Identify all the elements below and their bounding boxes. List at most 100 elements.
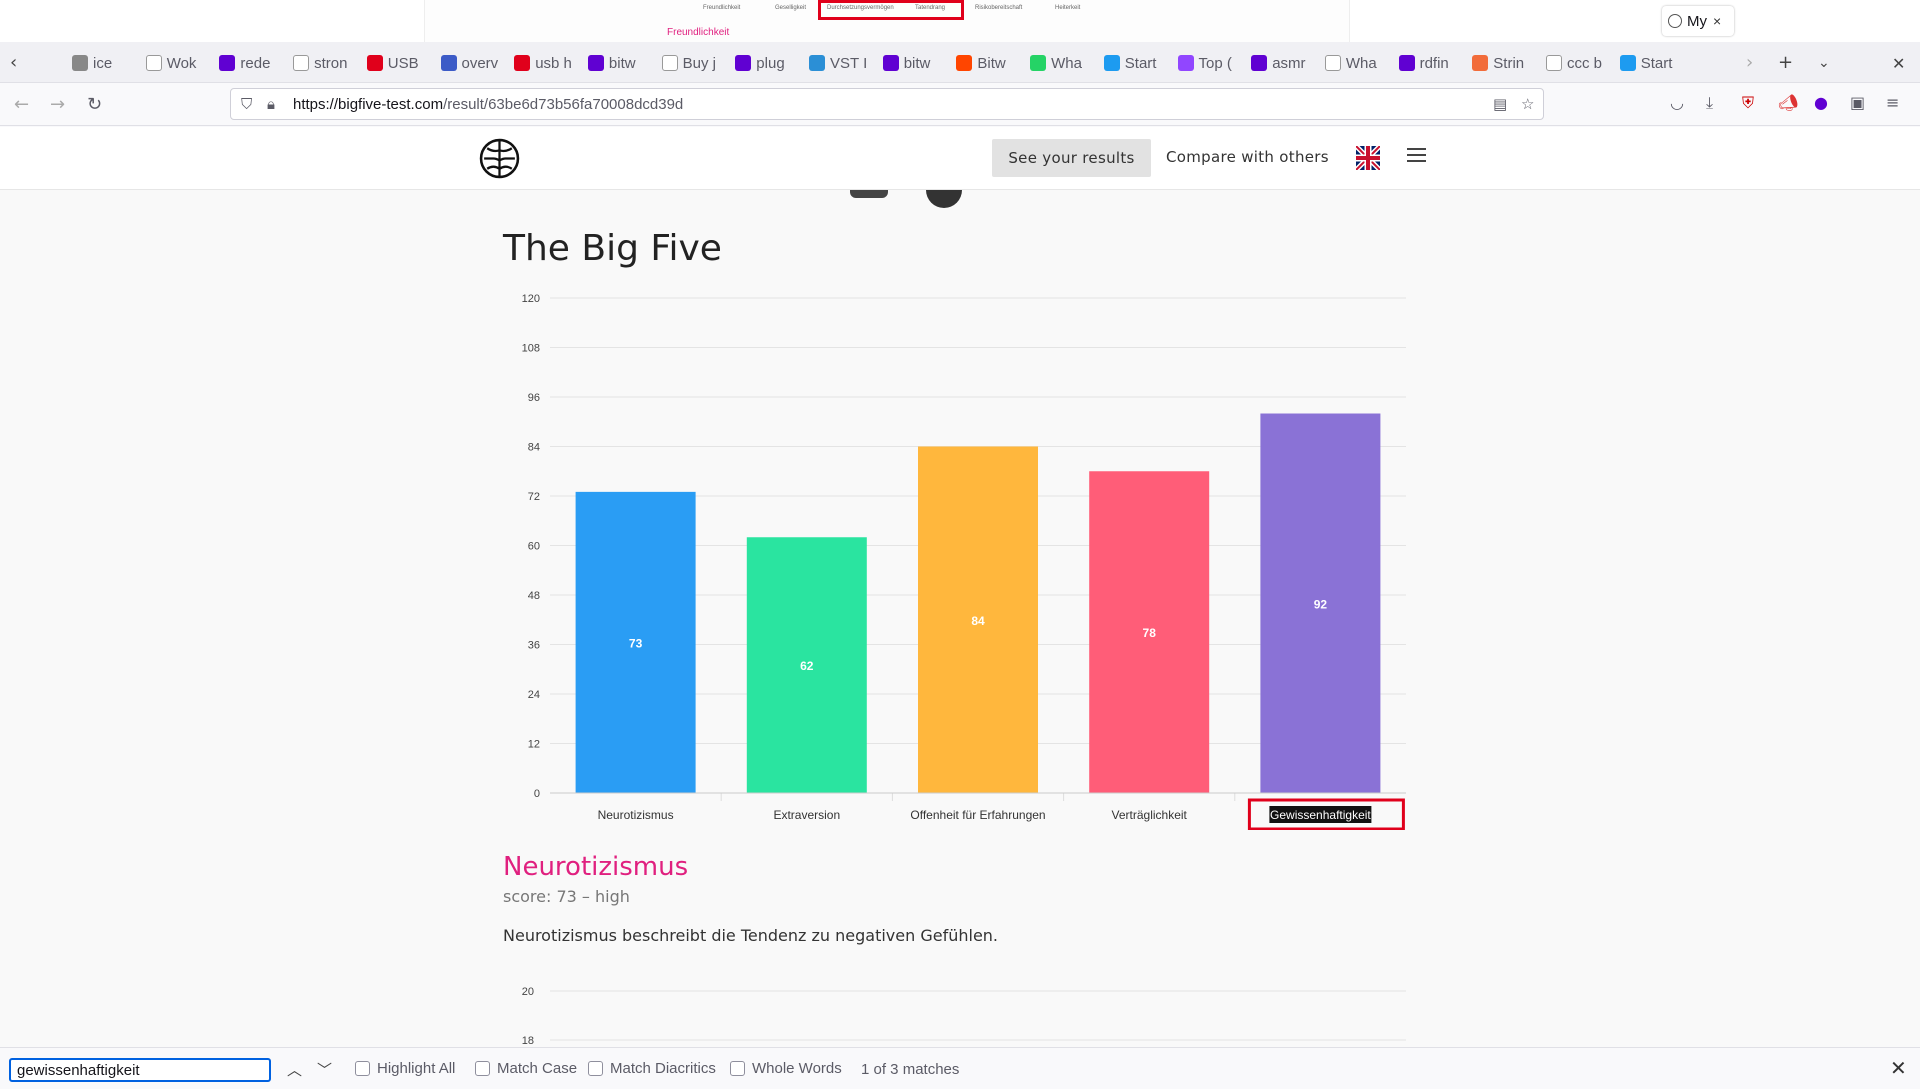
generic-icon bbox=[1472, 55, 1489, 71]
bar-value-label: 62 bbox=[800, 659, 814, 673]
browser-tab[interactable]: bitw bbox=[882, 48, 949, 78]
whole-words-checkbox[interactable]: Whole Words bbox=[730, 1060, 842, 1077]
browser-tab[interactable]: stron bbox=[293, 48, 359, 78]
highlight-all-checkbox[interactable]: Highlight All bbox=[355, 1060, 455, 1077]
tab-title: Wha bbox=[1051, 54, 1082, 72]
find-bar: ︿ ﹀ Highlight All Match Case Match Diacr… bbox=[0, 1047, 1920, 1089]
bookmark-star-icon[interactable]: ☆ bbox=[1521, 95, 1534, 113]
x-tick-label: Gewissenhaftigkeit bbox=[1270, 808, 1371, 822]
find-previous-icon[interactable]: ︿ bbox=[287, 1059, 302, 1080]
browser-tab[interactable]: ice bbox=[72, 48, 138, 78]
browser-tab[interactable]: plug bbox=[735, 48, 801, 78]
pocket-icon[interactable]: ◡ bbox=[1670, 93, 1684, 112]
match-count: 1 of 3 matches bbox=[861, 1061, 960, 1078]
close-find-bar-icon[interactable]: ✕ bbox=[1890, 1056, 1907, 1081]
browser-tab[interactable]: ccc b bbox=[1546, 48, 1612, 78]
find-input[interactable] bbox=[9, 1058, 271, 1082]
y-tick-label: 18 bbox=[522, 1035, 534, 1047]
tab-title: rdfin bbox=[1419, 54, 1449, 72]
yahoo-icon bbox=[219, 55, 236, 71]
see-results-button[interactable]: See your results bbox=[992, 139, 1151, 177]
back-icon[interactable]: ← bbox=[14, 94, 29, 115]
browser-tab[interactable]: VST I bbox=[809, 48, 875, 78]
browser-tab[interactable]: USB bbox=[366, 48, 433, 78]
browser-tab[interactable]: Start bbox=[1103, 48, 1170, 78]
tab-title: asmr bbox=[1272, 54, 1306, 72]
y-tick-label: 96 bbox=[528, 392, 540, 404]
browser-tab[interactable]: Strin bbox=[1472, 48, 1538, 78]
browser-tab[interactable]: bitw bbox=[587, 48, 654, 78]
section-description: Neurotizismus beschreibt die Tendenz zu … bbox=[503, 926, 999, 945]
checkbox-box[interactable] bbox=[730, 1061, 745, 1076]
extension-icon[interactable]: ▣ bbox=[1850, 93, 1865, 112]
browser-tab[interactable]: Top ( bbox=[1177, 48, 1244, 78]
tab-title: VST I bbox=[830, 54, 868, 72]
url-bar[interactable]: ⛉ 🔒︎ https://bigfive-test.com/result/63b… bbox=[230, 88, 1544, 120]
checkbox-box[interactable] bbox=[588, 1061, 603, 1076]
reload-icon[interactable]: ↻ bbox=[87, 94, 102, 115]
match-diacritics-checkbox[interactable]: Match Diacritics bbox=[588, 1060, 716, 1077]
lock-icon[interactable]: 🔒︎ bbox=[267, 95, 275, 113]
app-menu-icon[interactable]: ≡ bbox=[1886, 93, 1899, 112]
yahoo-extension-icon[interactable]: ● bbox=[1814, 93, 1828, 112]
tab-title: bitw bbox=[903, 54, 931, 72]
big-five-bar-chart: 0 12 24 36 48 60 72 84 96 108 120 73 Neurotizismus 62… bbox=[522, 293, 1406, 830]
y-tick-label: 36 bbox=[528, 640, 540, 652]
new-tab-icon[interactable]: + bbox=[1778, 52, 1793, 73]
reader-view-icon[interactable]: ▤ bbox=[1493, 95, 1507, 113]
browser-tab[interactable]: Wok bbox=[145, 48, 212, 78]
facebook-icon[interactable] bbox=[926, 190, 962, 208]
browser-tab[interactable]: usb h bbox=[514, 48, 580, 78]
ublock-icon[interactable]: ⛨ bbox=[1742, 93, 1754, 113]
yahoo-icon bbox=[1398, 55, 1415, 71]
wikipedia-icon bbox=[145, 55, 162, 71]
shield-icon[interactable]: ⛉ bbox=[241, 95, 252, 113]
active-tab[interactable]: My × bbox=[1662, 6, 1734, 36]
hamburger-menu-icon[interactable] bbox=[1407, 148, 1426, 164]
forward-icon[interactable]: → bbox=[50, 94, 65, 115]
compare-link[interactable]: Compare with others bbox=[1166, 148, 1329, 166]
checkbox-box[interactable] bbox=[355, 1061, 370, 1076]
yahoo-icon bbox=[735, 55, 752, 71]
neuroticism-facets-chart: 1820 bbox=[522, 986, 1406, 1047]
match-case-checkbox[interactable]: Match Case bbox=[475, 1060, 577, 1077]
list-tabs-icon[interactable]: ⌄ bbox=[1818, 55, 1830, 71]
x-tick-label: Offenheit für Erfahrungen bbox=[910, 808, 1045, 822]
red-icon bbox=[514, 55, 531, 71]
browser-tab[interactable]: rdfin bbox=[1398, 48, 1465, 78]
tab-title: ice bbox=[93, 54, 113, 72]
browser-tab[interactable]: Wha bbox=[1030, 48, 1096, 78]
y-tick-label: 108 bbox=[522, 343, 540, 355]
browser-tab[interactable]: asmr bbox=[1251, 48, 1317, 78]
browser-tab[interactable]: Buy j bbox=[661, 48, 728, 78]
find-next-icon[interactable]: ﹀ bbox=[317, 1059, 332, 1080]
uk-flag-icon[interactable] bbox=[1356, 146, 1380, 170]
fragment-highlight-box bbox=[818, 0, 964, 20]
browser-tab[interactable]: overv bbox=[440, 48, 507, 78]
browser-tab[interactable]: Start bbox=[1619, 48, 1686, 78]
browser-tab[interactable]: Bitw bbox=[956, 48, 1022, 78]
brain-logo-icon[interactable] bbox=[479, 138, 520, 179]
url-text[interactable]: https://bigfive-test.com/result/63be6d73… bbox=[293, 96, 683, 113]
y-tick-label: 84 bbox=[528, 442, 540, 454]
tab-title: Start bbox=[1640, 54, 1673, 72]
close-tab-icon[interactable]: × bbox=[1713, 13, 1721, 29]
checkbox-box[interactable] bbox=[475, 1061, 490, 1076]
browser-tab[interactable]: rede bbox=[219, 48, 285, 78]
tabs-scroll-left-icon[interactable]: ‹ bbox=[10, 52, 17, 73]
tabs-scroll-right-icon[interactable]: › bbox=[1746, 52, 1753, 73]
tab-title: plug bbox=[756, 54, 785, 72]
tab-title: Strin bbox=[1493, 54, 1525, 72]
generic-icon bbox=[1324, 55, 1341, 71]
twitter-icon bbox=[1103, 55, 1120, 71]
browser-tab[interactable]: Wha bbox=[1324, 48, 1391, 78]
close-window-icon[interactable]: ✕ bbox=[1892, 54, 1905, 73]
megaphone-icon[interactable]: 📣︎ bbox=[1778, 93, 1798, 112]
tab-title: ccc b bbox=[1567, 54, 1603, 72]
tab-title: Buy j bbox=[682, 54, 716, 72]
whatsapp-icon bbox=[1030, 55, 1047, 71]
copy-link-icon[interactable] bbox=[850, 190, 888, 198]
generic-icon bbox=[661, 55, 678, 71]
yahoo-icon bbox=[882, 55, 899, 71]
downloads-icon[interactable]: ⤓ bbox=[1706, 93, 1713, 113]
